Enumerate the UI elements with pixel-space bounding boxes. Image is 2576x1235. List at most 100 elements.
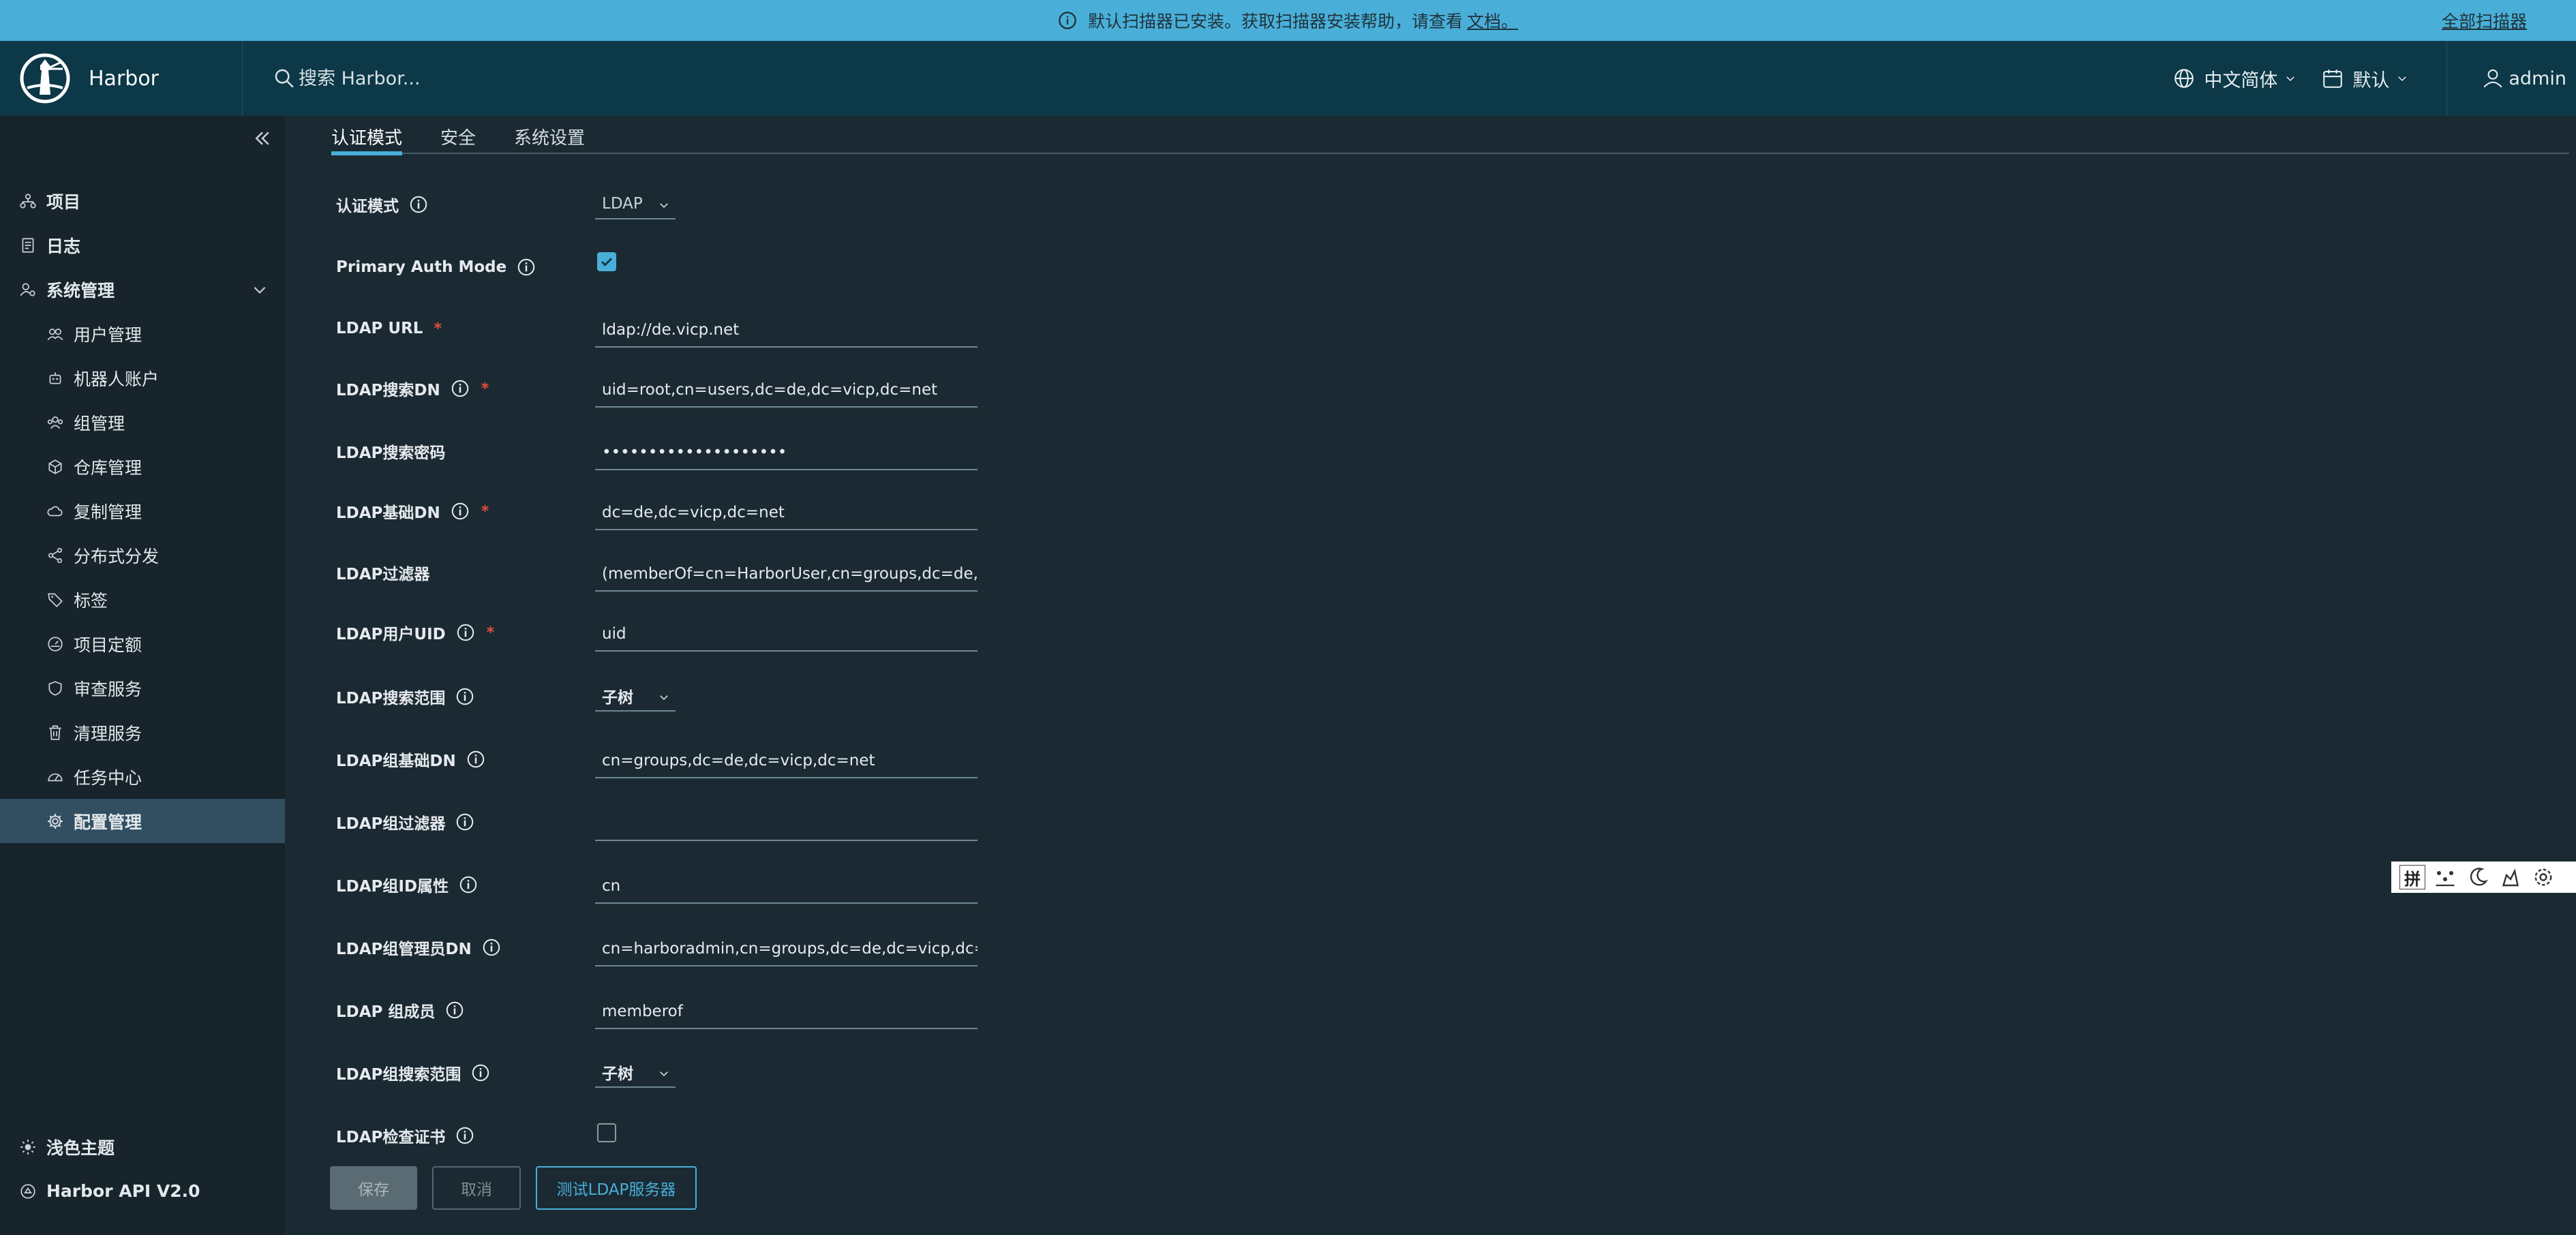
row-verify-cert: LDAP检查证书 — [336, 1115, 1018, 1156]
sidebar-nav: 项目 日志 系统管理 用户管理 机器人账户 组管理 仓库管理 复制管理 分布式分… — [0, 179, 285, 843]
banner-message: 默认扫描器已安装。获取扫描器安装帮助，请查看 — [1087, 12, 1463, 31]
sidebar-item-jobs[interactable]: 任务中心 — [0, 754, 285, 799]
group-filter-input[interactable] — [595, 807, 978, 841]
info-icon[interactable] — [450, 378, 470, 399]
info-icon[interactable] — [408, 194, 429, 215]
app-name: Harbor — [89, 66, 160, 91]
sidebar-item-distribution[interactable]: 分布式分发 — [0, 533, 285, 577]
info-icon[interactable] — [481, 937, 502, 958]
sidebar-item-users[interactable]: 用户管理 — [0, 311, 285, 356]
soft-keyboard-icon[interactable] — [2498, 865, 2524, 889]
sidebar-item-cleanup[interactable]: 清理服务 — [0, 710, 285, 754]
harbor-api-link[interactable]: Harbor API V2.0 — [0, 1169, 285, 1213]
collapse-sidebar-icon[interactable] — [252, 128, 273, 149]
info-icon[interactable] — [455, 812, 475, 832]
info-icon[interactable] — [455, 686, 475, 707]
search-input[interactable] — [299, 67, 708, 89]
global-search[interactable] — [273, 67, 2172, 90]
chevron-down-icon — [2286, 76, 2295, 82]
info-icon[interactable] — [444, 1000, 465, 1020]
search-dn-input[interactable]: uid=root,cn=users,dc=de,dc=vicp,dc=net — [595, 373, 978, 408]
tab-security[interactable]: 安全 — [440, 116, 476, 154]
row-group-id: LDAP组ID属性 cn — [336, 864, 1018, 905]
sidebar-group-admin[interactable]: 系统管理 — [0, 267, 285, 311]
verify-cert-checkbox[interactable] — [597, 1123, 616, 1142]
tab-auth-mode[interactable]: 认证模式 — [331, 116, 403, 155]
info-icon[interactable] — [466, 749, 486, 769]
row-group-admin-dn: LDAP组管理员DN cn=harboradmin,cn=groups,dc=d… — [336, 927, 1018, 968]
banner-doc-link[interactable]: 文档。 — [1467, 8, 1518, 33]
row-group-member: LDAP 组成员 memberof — [336, 990, 1018, 1031]
sidebar-item-labels[interactable]: 标签 — [0, 577, 285, 622]
row-search-password: LDAP搜索密码 •••••••••••••••••••• — [336, 431, 1018, 472]
info-icon[interactable] — [516, 257, 536, 277]
save-button[interactable]: 保存 — [330, 1166, 417, 1210]
sidebar-item-groups[interactable]: 组管理 — [0, 400, 285, 444]
info-icon[interactable] — [450, 501, 470, 521]
primary-auth-checkbox[interactable] — [597, 252, 616, 271]
punctuation-icon[interactable] — [2432, 865, 2458, 889]
group-scope-select[interactable]: 子树 — [595, 1058, 676, 1088]
tab-system-settings[interactable]: 系统设置 — [514, 116, 585, 154]
sidebar-item-interrogation[interactable]: 审查服务 — [0, 666, 285, 710]
info-icon[interactable] — [455, 1125, 475, 1146]
field-label: LDAP过滤器 — [336, 552, 429, 593]
settings-gear-icon[interactable] — [2530, 865, 2556, 889]
required-marker: * — [481, 380, 489, 397]
sidebar-item-robots[interactable]: 机器人账户 — [0, 356, 285, 400]
field-label: 认证模式 — [336, 184, 429, 225]
replication-icon — [47, 506, 63, 516]
row-base-dn: LDAP基础DN * dc=de,dc=vicp,dc=net — [336, 491, 1018, 532]
all-scanners-link[interactable]: 全部扫描器 — [2442, 0, 2527, 41]
ldap-url-input[interactable]: ldap://de.vicp.net — [595, 314, 978, 348]
calendar-icon — [2323, 70, 2343, 88]
auth-mode-select[interactable]: LDAP — [595, 189, 676, 219]
sidebar-item-projects[interactable]: 项目 — [0, 179, 285, 223]
test-ldap-button[interactable]: 测试LDAP服务器 — [536, 1166, 697, 1210]
field-label: LDAP搜索范围 — [336, 676, 475, 717]
brand[interactable]: Harbor — [0, 41, 243, 116]
theme-selector[interactable]: 默认 — [2321, 41, 2408, 116]
sidebar-item-replications[interactable]: 复制管理 — [0, 489, 285, 533]
scope-label: LDAP搜索范围 — [336, 690, 446, 707]
base-dn-label: LDAP基础DN — [336, 504, 440, 522]
sidebar-item-label: 日志 — [46, 236, 81, 256]
sidebar-item-quotas[interactable]: 项目定额 — [0, 622, 285, 666]
field-label: LDAP组管理员DN — [336, 927, 502, 968]
sidebar-item-logs[interactable]: 日志 — [0, 223, 285, 267]
ime-mode[interactable]: 拼 — [2399, 865, 2425, 889]
info-icon[interactable] — [455, 622, 476, 643]
info-icon[interactable] — [458, 874, 479, 895]
group-id-input[interactable]: cn — [595, 870, 978, 904]
user-menu[interactable]: admin — [2446, 41, 2576, 116]
moon-icon[interactable] — [2465, 865, 2491, 889]
row-filter: LDAP过滤器 (memberOf=cn=HarborUser,cn=group… — [336, 552, 1018, 593]
group-admin-dn-input[interactable]: cn=harboradmin,cn=groups,dc=de,dc=vicp,d… — [595, 932, 978, 966]
sidebar-item-label: 审查服务 — [74, 679, 142, 699]
field-label: LDAP组基础DN — [336, 739, 486, 780]
sidebar-item-configuration[interactable]: 配置管理 — [0, 799, 285, 843]
sidebar-item-registries[interactable]: 仓库管理 — [0, 444, 285, 489]
base-dn-input[interactable]: dc=de,dc=vicp,dc=net — [595, 496, 978, 530]
filter-input[interactable]: (memberOf=cn=HarborUser,cn=groups,dc=de,… — [595, 558, 978, 592]
filter-label: LDAP过滤器 — [336, 566, 430, 583]
search-password-input[interactable]: •••••••••••••••••••• — [595, 436, 978, 470]
cancel-button[interactable]: 取消 — [432, 1166, 521, 1210]
scope-select[interactable]: 子树 — [595, 682, 676, 712]
share-icon — [48, 547, 63, 563]
group-member-input[interactable]: memberof — [595, 995, 978, 1029]
search-password-label: LDAP搜索密码 — [336, 444, 446, 462]
row-scope: LDAP搜索范围 子树 — [336, 676, 1018, 717]
config-tabs: 认证模式 安全 系统设置 — [331, 116, 2569, 155]
uid-input[interactable]: uid — [595, 618, 978, 652]
sidebar-item-label: 用户管理 — [74, 324, 142, 345]
field-label: LDAP URL * — [336, 308, 442, 349]
language-selector[interactable]: 中文简体 — [2172, 41, 2297, 116]
field-label: LDAP基础DN * — [336, 491, 489, 532]
field-label: LDAP用户UID * — [336, 612, 494, 653]
group-base-dn-input[interactable]: cn=groups,dc=de,dc=vicp,dc=net — [595, 744, 978, 778]
light-theme-toggle[interactable]: 浅色主题 — [0, 1125, 285, 1169]
info-icon[interactable] — [470, 1063, 491, 1083]
chevron-down-icon — [660, 695, 668, 701]
primary-auth-label: Primary Auth Mode — [336, 258, 507, 276]
